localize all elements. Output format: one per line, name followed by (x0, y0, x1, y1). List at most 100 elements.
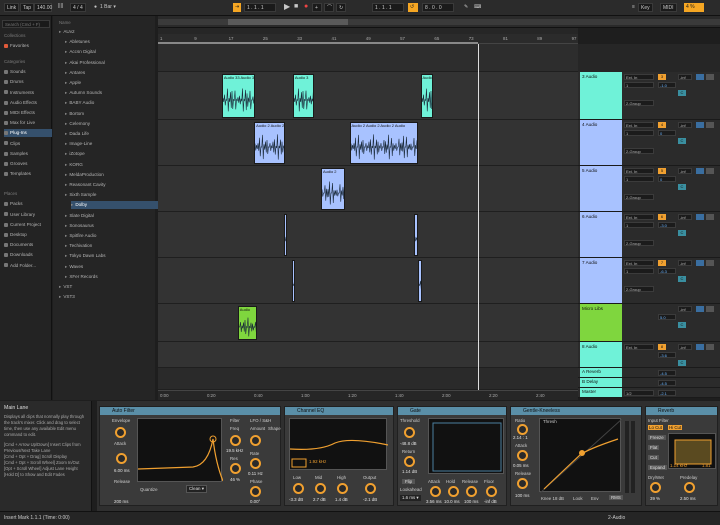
browser-item[interactable]: ▸ Tokyo Dawn Labs (65, 252, 106, 260)
sidebar-item-current-project[interactable]: Current Project (4, 221, 52, 229)
audio-clip[interactable] (413, 214, 418, 256)
reverb-cut-button[interactable]: Cut (648, 455, 659, 460)
expand-arrow-icon[interactable]: ▸ (59, 294, 61, 299)
arm-button[interactable] (706, 306, 714, 312)
solo-button[interactable] (696, 74, 704, 80)
return-name[interactable]: Master (580, 388, 622, 397)
gate-hold-value[interactable]: 10.0 ms (444, 499, 460, 504)
mixer-toggle-icon[interactable]: ≡ (630, 3, 637, 12)
comp-look-label[interactable]: Look (573, 496, 583, 501)
volume-field[interactable]: 0 (658, 130, 676, 136)
gate-release-value[interactable]: 100 ms (464, 499, 478, 504)
record-icon[interactable]: ● (302, 2, 310, 11)
quantize-menu[interactable]: 1 Bar ▾ (98, 3, 118, 12)
expand-arrow-icon[interactable]: ▸ (71, 202, 73, 207)
track-name[interactable]: 3 Audio (580, 72, 622, 119)
track-activator[interactable]: 3 (658, 74, 666, 80)
output-select[interactable]: 2-Group (624, 240, 654, 246)
comp-attack-value[interactable]: 0.05 ms (513, 463, 529, 468)
return-volume-field[interactable]: -4.5 (658, 370, 676, 376)
sidebar-item-samples[interactable]: Samples (4, 150, 52, 158)
freq-knob[interactable] (230, 435, 241, 446)
freq-value[interactable]: 19.5 kHz (226, 448, 243, 453)
output-select[interactable]: 2-Group (624, 286, 654, 292)
browser-item[interactable]: ▸ Dolby (71, 201, 167, 210)
gate-return-value[interactable]: 1.14 dB (402, 469, 417, 474)
sidebar-item-plug-ins[interactable]: Plug-Ins (4, 129, 52, 138)
expand-arrow-icon[interactable]: ▸ (65, 121, 67, 126)
sidebar-item-grooves[interactable]: Grooves (4, 160, 52, 168)
track-lane[interactable]: Audio (158, 304, 578, 342)
sidebar-item-desktop[interactable]: Desktop (4, 231, 52, 239)
sidebar-item-max-for-live[interactable]: Max for Live (4, 119, 52, 127)
browser-item[interactable]: ▸ Accsn Digital (65, 48, 96, 56)
browser-item[interactable]: ▸ Reasonant Cavity (65, 181, 106, 189)
arrangement-overview[interactable] (158, 16, 720, 28)
track-lane[interactable] (158, 342, 578, 368)
input-channel-select[interactable]: 1 (624, 176, 654, 182)
eq-mid-knob[interactable] (315, 483, 326, 494)
sidebar-item-sounds[interactable]: Sounds (4, 68, 52, 76)
sidebar-item-downloads[interactable]: Downloads (4, 251, 52, 259)
loop-start-field[interactable]: 1 . 1 . 1 (372, 3, 404, 12)
comp-knee-field[interactable]: Knee 18 dB (541, 496, 564, 501)
return-volume-field[interactable]: -4.5 (658, 380, 676, 386)
reverb-predelay-value[interactable]: 2.50 ms (680, 496, 696, 501)
input-channel-select[interactable]: 1 (624, 82, 654, 88)
comp-rms-button[interactable]: RMS (609, 495, 623, 500)
reverb-header[interactable]: Reverb (646, 407, 717, 415)
comp-transfer-display[interactable] (539, 418, 623, 494)
filter-type-select[interactable]: Clean ▾ (186, 485, 207, 493)
solo-button[interactable] (696, 168, 704, 174)
stop-icon[interactable]: ■ (292, 2, 300, 11)
filter-display[interactable] (137, 418, 224, 482)
sidebar-item-packs[interactable]: Packs (4, 200, 52, 208)
auto-filter-header[interactable]: Auto Filter (100, 407, 280, 415)
expand-arrow-icon[interactable]: ▸ (59, 29, 61, 34)
keyboard-icon[interactable]: ⌨ (472, 3, 483, 12)
solo-button[interactable] (696, 344, 704, 350)
gate-threshold-value[interactable]: -48.8 dB (400, 441, 417, 446)
expand-arrow-icon[interactable]: ▸ (65, 182, 67, 187)
draw-mode-icon[interactable]: ✎ (462, 3, 470, 12)
expand-arrow-icon[interactable]: ▸ (65, 49, 67, 54)
phase-knob[interactable] (250, 486, 261, 497)
expand-arrow-icon[interactable]: ▸ (65, 243, 67, 248)
eq-low-value[interactable]: -3.3 dB (289, 497, 303, 502)
eq-display[interactable] (289, 418, 389, 470)
gate-threshold-knob[interactable] (404, 427, 415, 438)
gate-hold-knob[interactable] (448, 486, 459, 497)
browser-item[interactable]: ▸ Abletunes (65, 38, 90, 46)
punch-icon[interactable]: ↻ (336, 3, 346, 12)
reverb-freeze-button[interactable]: Freeze (648, 435, 666, 440)
comp-release-knob[interactable] (517, 478, 528, 489)
arm-button[interactable] (706, 214, 714, 220)
sidebar-item-documents[interactable]: Documents (4, 241, 52, 249)
cue-volume-field[interactable]: 1/2 (624, 390, 654, 396)
browser-item[interactable]: ▸ Sonosaurus (65, 222, 94, 230)
audio-clip[interactable]: Audio 2 (320, 168, 346, 210)
comp-ratio-knob[interactable] (517, 424, 528, 435)
attack-knob[interactable] (116, 453, 127, 464)
res-value[interactable]: 46 % (230, 477, 240, 482)
input-type-select[interactable]: Ext. In (624, 214, 654, 220)
send-field[interactable]: -inf (678, 214, 692, 220)
browser-item[interactable]: ▸ AUv2 (59, 28, 75, 36)
reverb-drywet-value[interactable]: 39 % (650, 496, 660, 501)
res-knob[interactable] (230, 463, 241, 474)
browser-item[interactable]: ▸ VST3 (59, 293, 75, 301)
output-select[interactable]: 2-Group (624, 100, 654, 106)
pan-knob[interactable]: C (678, 360, 686, 366)
empty-lane[interactable] (158, 44, 578, 72)
arm-button[interactable] (706, 168, 714, 174)
browser-search-input[interactable]: Search (Cmd + F) (2, 20, 50, 28)
return-lanes[interactable] (158, 368, 578, 390)
expand-arrow-icon[interactable]: ▸ (65, 60, 67, 65)
play-icon[interactable]: ▶ (282, 2, 292, 11)
expand-arrow-icon[interactable]: ▸ (65, 131, 67, 136)
compressor-header[interactable]: Gentle-Kneeless (511, 407, 641, 415)
audio-clip[interactable] (284, 214, 288, 256)
audio-clip[interactable]: Audio 3 (292, 74, 314, 118)
track-lane[interactable]: Audio 2 Audio 2 Audio 2 Audio 2 Audio 2 A… (158, 120, 578, 166)
volume-field[interactable]: -3.0 (658, 222, 676, 228)
